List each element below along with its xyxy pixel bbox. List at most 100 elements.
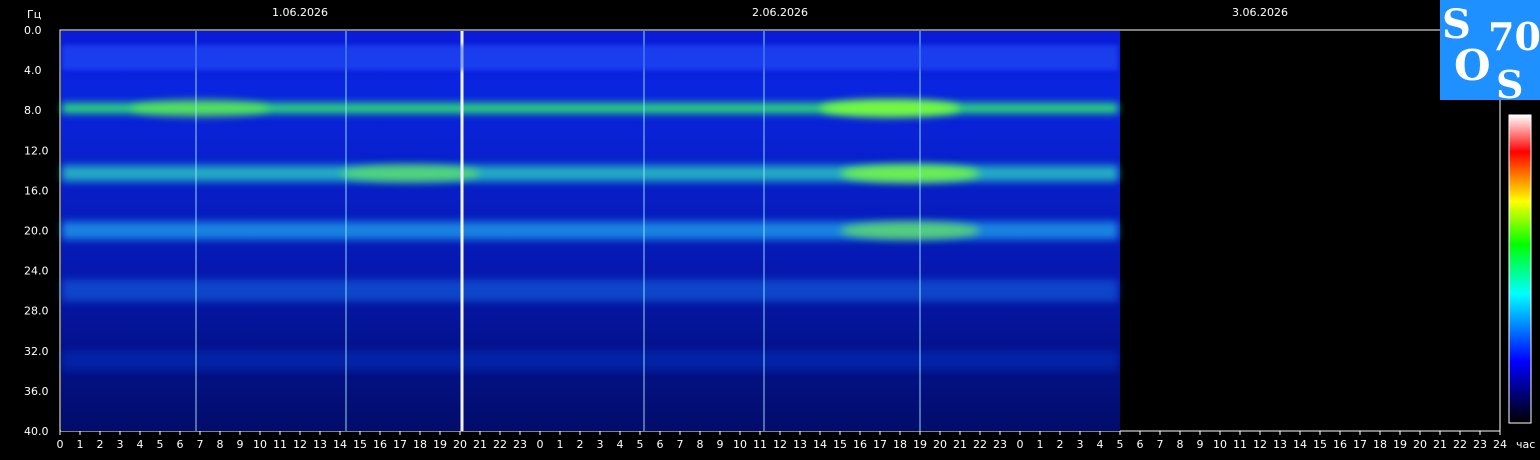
spectrogram-data — [61, 31, 1120, 431]
resonance-band — [62, 350, 1118, 371]
x-tick-label: 6 — [177, 438, 184, 451]
x-tick-label: 21 — [473, 438, 487, 451]
y-unit-label: Гц — [27, 8, 41, 21]
activity-blob — [840, 164, 980, 183]
x-tick-label: 16 — [1333, 438, 1347, 451]
x-tick-label: 5 — [1117, 438, 1124, 451]
logo: S 70 O S — [1440, 0, 1540, 107]
x-tick-label: 1 — [557, 438, 564, 451]
x-tick-label: 17 — [393, 438, 407, 451]
x-tick-label: 18 — [1373, 438, 1387, 451]
spectrogram-chart: 0.0 4.0 8.0 12.0 16.0 20.0 24.0 28.0 32.0 36.0 40.… — [24, 6, 1535, 451]
x-tick-label: 4 — [137, 438, 144, 451]
x-tick-label: 13 — [1273, 438, 1287, 451]
interference-spike — [460, 31, 464, 431]
date-label: 3.06.2026 — [1232, 6, 1288, 19]
logo-letter-o: O — [1454, 41, 1491, 90]
y-axis: 0.0 4.0 8.0 12.0 16.0 20.0 24.0 28.0 32.0 36.0 40.… — [24, 24, 49, 438]
x-tick-label: 18 — [413, 438, 427, 451]
activity-blob — [340, 164, 480, 183]
activity-blob — [840, 221, 980, 240]
resonance-band — [62, 279, 1118, 302]
y-tick-label: 12.0 — [24, 144, 49, 157]
x-tick-label: 12 — [1253, 438, 1267, 451]
x-tick-label: 7 — [1157, 438, 1164, 451]
interference-spike — [345, 31, 347, 431]
x-tick-label: 7 — [197, 438, 204, 451]
x-tick-label: 1 — [77, 438, 84, 451]
x-tick-label: 12 — [293, 438, 307, 451]
x-tick-label: 0 — [537, 438, 544, 451]
x-tick-label: 12 — [773, 438, 787, 451]
x-tick-label: 10 — [253, 438, 267, 451]
activity-blob — [820, 99, 960, 118]
x-tick-label: 11 — [273, 438, 287, 451]
x-tick-label: 21 — [1433, 438, 1447, 451]
y-tick-label: 20.0 — [24, 225, 49, 238]
y-tick-label: 24.0 — [24, 265, 49, 278]
x-tick-label: 23 — [1473, 438, 1487, 451]
x-tick-label: 6 — [1137, 438, 1144, 451]
logo-letter-s2: S — [1496, 62, 1523, 100]
x-tick-label: 20 — [1413, 438, 1427, 451]
activity-blob — [130, 99, 270, 118]
x-tick-label: 11 — [753, 438, 767, 451]
x-tick-label: 22 — [973, 438, 987, 451]
color-scale — [1508, 114, 1532, 424]
y-tick-label: 0.0 — [24, 24, 42, 37]
x-tick-label: 22 — [493, 438, 507, 451]
x-tick-label: 7 — [677, 438, 684, 451]
x-tick-label: 20 — [933, 438, 947, 451]
x-tick-label: 13 — [313, 438, 327, 451]
x-tick-label: 1 — [1037, 438, 1044, 451]
interference-spike — [195, 31, 197, 431]
x-tick-label: 15 — [1313, 438, 1327, 451]
x-tick-label: 5 — [637, 438, 644, 451]
y-tick-label: 36.0 — [24, 385, 49, 398]
x-tick-label: 10 — [1213, 438, 1227, 451]
x-tick-label: 2 — [1057, 438, 1064, 451]
x-tick-label: 23 — [993, 438, 1007, 451]
x-tick-label: 2 — [577, 438, 584, 451]
x-tick-label: 19 — [1393, 438, 1407, 451]
x-tick-label: 17 — [873, 438, 887, 451]
x-tick-label: 8 — [697, 438, 704, 451]
y-tick-label: 32.0 — [24, 345, 49, 358]
y-tick-label: 4.0 — [24, 64, 42, 77]
x-tick-label: 19 — [433, 438, 447, 451]
x-tick-label: 16 — [853, 438, 867, 451]
x-tick-label: 13 — [793, 438, 807, 451]
x-tick-label: 10 — [733, 438, 747, 451]
interference-spike — [643, 31, 645, 431]
interference-spike — [763, 31, 765, 431]
x-tick-label: 4 — [1097, 438, 1104, 451]
x-tick-label: 23 — [513, 438, 527, 451]
x-tick-label: 20 — [453, 438, 467, 451]
x-tick-label: 9 — [717, 438, 724, 451]
y-tick-label: 28.0 — [24, 305, 49, 318]
x-tick-label: 3 — [597, 438, 604, 451]
x-tick-label: 8 — [217, 438, 224, 451]
x-tick-label: 11 — [1233, 438, 1247, 451]
x-tick-label: 22 — [1453, 438, 1467, 451]
x-tick-label: 16 — [373, 438, 387, 451]
x-tick-label: 0 — [1017, 438, 1024, 451]
x-tick-label: 14 — [813, 438, 827, 451]
x-tick-label: 9 — [237, 438, 244, 451]
x-tick-label: 18 — [893, 438, 907, 451]
x-tick-label: 21 — [953, 438, 967, 451]
y-tick-label: 40.0 — [24, 425, 49, 438]
x-tick-label: 3 — [117, 438, 124, 451]
y-tick-label: 16.0 — [24, 184, 49, 197]
x-tick-label: 0 — [57, 438, 64, 451]
x-tick-label: 19 — [913, 438, 927, 451]
x-tick-label: 24 — [1493, 438, 1507, 451]
y-tick-label: 8.0 — [24, 104, 42, 117]
x-tick-label: 15 — [353, 438, 367, 451]
x-axis: 0 1 2 3 4 5 6 7 8 9 10 11 12 13 14 15 16 17 18 19 20 21 22 23 0 1… — [57, 431, 1507, 451]
x-tick-label: 14 — [1293, 438, 1307, 451]
date-label: 2.06.2026 — [752, 6, 808, 19]
date-label: 1.06.2026 — [272, 6, 328, 19]
x-tick-label: 4 — [617, 438, 624, 451]
x-tick-label: 8 — [1177, 438, 1184, 451]
